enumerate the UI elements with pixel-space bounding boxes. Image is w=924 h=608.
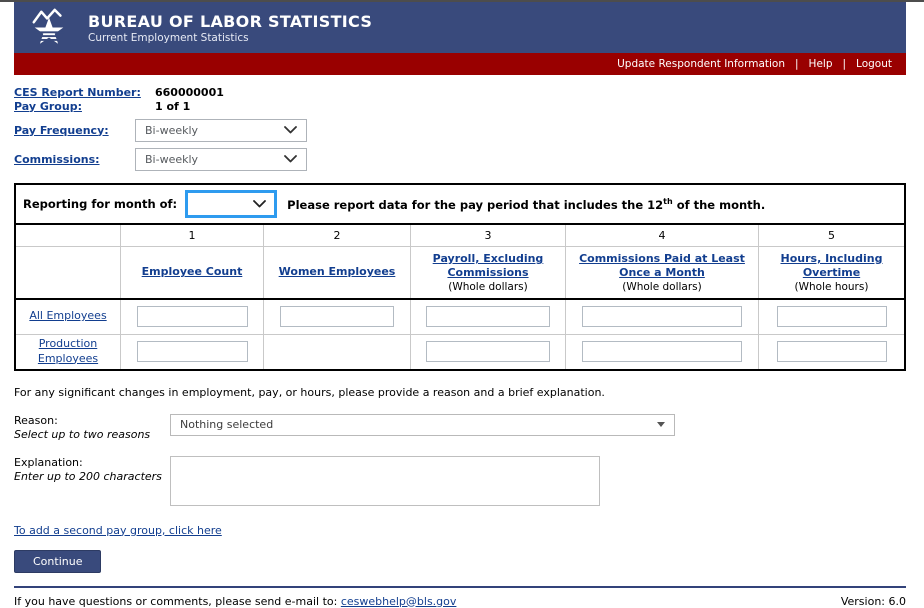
continue-button[interactable]: Continue: [14, 550, 101, 573]
production-employees-employee-count-input[interactable]: [137, 341, 248, 362]
page-container: BUREAU OF LABOR STATISTICS Current Emplo…: [14, 2, 906, 608]
nav-separator: |: [843, 58, 847, 70]
reason-hint: Select up to two reasons: [14, 428, 170, 441]
row-label-column-spacer: [16, 225, 120, 246]
version-label: Version: 6.0: [841, 595, 906, 608]
commissions-selected-value: Bi-weekly: [145, 153, 198, 166]
ces-report-number-label[interactable]: CES Report Number:: [14, 86, 155, 99]
app-subtitle: Current Employment Statistics: [88, 32, 372, 44]
help-link[interactable]: Help: [809, 58, 833, 70]
nav-separator: |: [795, 58, 799, 70]
report-data-table: Reporting for month of: Please report da…: [14, 183, 906, 371]
reporting-month-label: Reporting for month of:: [23, 197, 177, 211]
pay-period-instruction: Please report data for the pay period th…: [287, 197, 765, 212]
production-employees-row: Production Employees: [16, 335, 904, 369]
production-employees-women-empty-cell: [263, 335, 410, 369]
bls-star-logo-icon: [26, 7, 72, 49]
caret-down-icon: [657, 422, 665, 427]
all-employees-employee-count-input[interactable]: [137, 306, 248, 327]
column-number-2: 2: [263, 225, 410, 246]
all-employees-payroll-input[interactable]: [426, 306, 550, 327]
explanation-textarea[interactable]: [170, 456, 600, 506]
logout-link[interactable]: Logout: [856, 58, 892, 70]
pay-group-label[interactable]: Pay Group:: [14, 100, 155, 113]
reason-field-row: Reason: Select up to two reasons Nothing…: [14, 414, 906, 441]
chevron-down-icon: [253, 200, 266, 208]
top-nav-bar: Update Respondent Information | Help | L…: [14, 53, 906, 75]
reporting-month-row: Reporting for month of: Please report da…: [16, 185, 904, 225]
ces-report-number-value: 660000001: [155, 86, 224, 99]
commissions-label[interactable]: Commissions:: [14, 153, 135, 166]
all-employees-row-label-link[interactable]: All Employees: [29, 309, 106, 323]
employee-count-header-link[interactable]: Employee Count: [142, 265, 243, 279]
hours-unit-label: (Whole hours): [795, 281, 869, 293]
reporting-month-select[interactable]: [185, 190, 277, 218]
app-header: BUREAU OF LABOR STATISTICS Current Emplo…: [14, 2, 906, 53]
report-info-section: CES Report Number: 660000001 Pay Group: …: [14, 75, 906, 171]
reason-label: Reason:: [14, 414, 170, 427]
all-employees-hours-input[interactable]: [777, 306, 887, 327]
chevron-down-icon: [284, 155, 297, 163]
ceswebhelp-email-link[interactable]: ceswebhelp@bls.gov: [341, 595, 457, 608]
all-employees-commissions-input[interactable]: [582, 306, 742, 327]
explanation-hint: Enter up to 200 characters: [14, 470, 170, 483]
production-employees-commissions-input[interactable]: [582, 341, 742, 362]
pay-frequency-label[interactable]: Pay Frequency:: [14, 124, 135, 137]
update-respondent-link[interactable]: Update Respondent Information: [617, 58, 785, 70]
women-employees-header-link[interactable]: Women Employees: [279, 265, 396, 279]
app-title: BUREAU OF LABOR STATISTICS: [88, 12, 372, 31]
column-number-1: 1: [120, 225, 263, 246]
column-number-4: 4: [565, 225, 758, 246]
payroll-header-link[interactable]: Payroll, Excluding Commissions: [415, 252, 561, 280]
payroll-unit-label: (Whole dollars): [448, 281, 528, 293]
column-number-row: 1 2 3 4 5: [16, 225, 904, 247]
hours-header-link[interactable]: Hours, Including Overtime: [763, 252, 900, 280]
commissions-select[interactable]: Bi-weekly: [135, 148, 307, 171]
column-number-3: 3: [410, 225, 565, 246]
pay-frequency-selected-value: Bi-weekly: [145, 124, 198, 137]
explanation-label: Explanation:: [14, 456, 170, 469]
commissions-paid-header-link[interactable]: Commissions Paid at Least Once a Month: [570, 252, 754, 280]
column-header-row: Employee Count Women Employees Payroll, …: [16, 247, 904, 300]
reason-multiselect[interactable]: Nothing selected: [170, 414, 675, 436]
header-titles: BUREAU OF LABOR STATISTICS Current Emplo…: [88, 12, 372, 44]
pay-frequency-select[interactable]: Bi-weekly: [135, 119, 307, 142]
page-footer: If you have questions or comments, pleas…: [14, 595, 906, 608]
all-employees-row: All Employees: [16, 300, 904, 335]
column-number-5: 5: [758, 225, 904, 246]
add-second-pay-group-link[interactable]: To add a second pay group, click here: [14, 524, 222, 537]
pay-group-value: 1 of 1: [155, 100, 190, 113]
commissions-unit-label: (Whole dollars): [622, 281, 702, 293]
production-employees-row-label-link[interactable]: Production Employees: [26, 337, 110, 366]
row-label-column-spacer: [16, 247, 120, 298]
reason-selected-value: Nothing selected: [180, 418, 273, 431]
significant-changes-note: For any significant changes in employmen…: [14, 386, 906, 399]
chevron-down-icon: [284, 126, 297, 134]
production-employees-hours-input[interactable]: [777, 341, 887, 362]
explanation-field-row: Explanation: Enter up to 200 characters: [14, 456, 906, 506]
all-employees-women-employees-input[interactable]: [280, 306, 394, 327]
footer-divider: [14, 586, 906, 588]
production-employees-payroll-input[interactable]: [426, 341, 550, 362]
footer-help-text: If you have questions or comments, pleas…: [14, 595, 456, 608]
